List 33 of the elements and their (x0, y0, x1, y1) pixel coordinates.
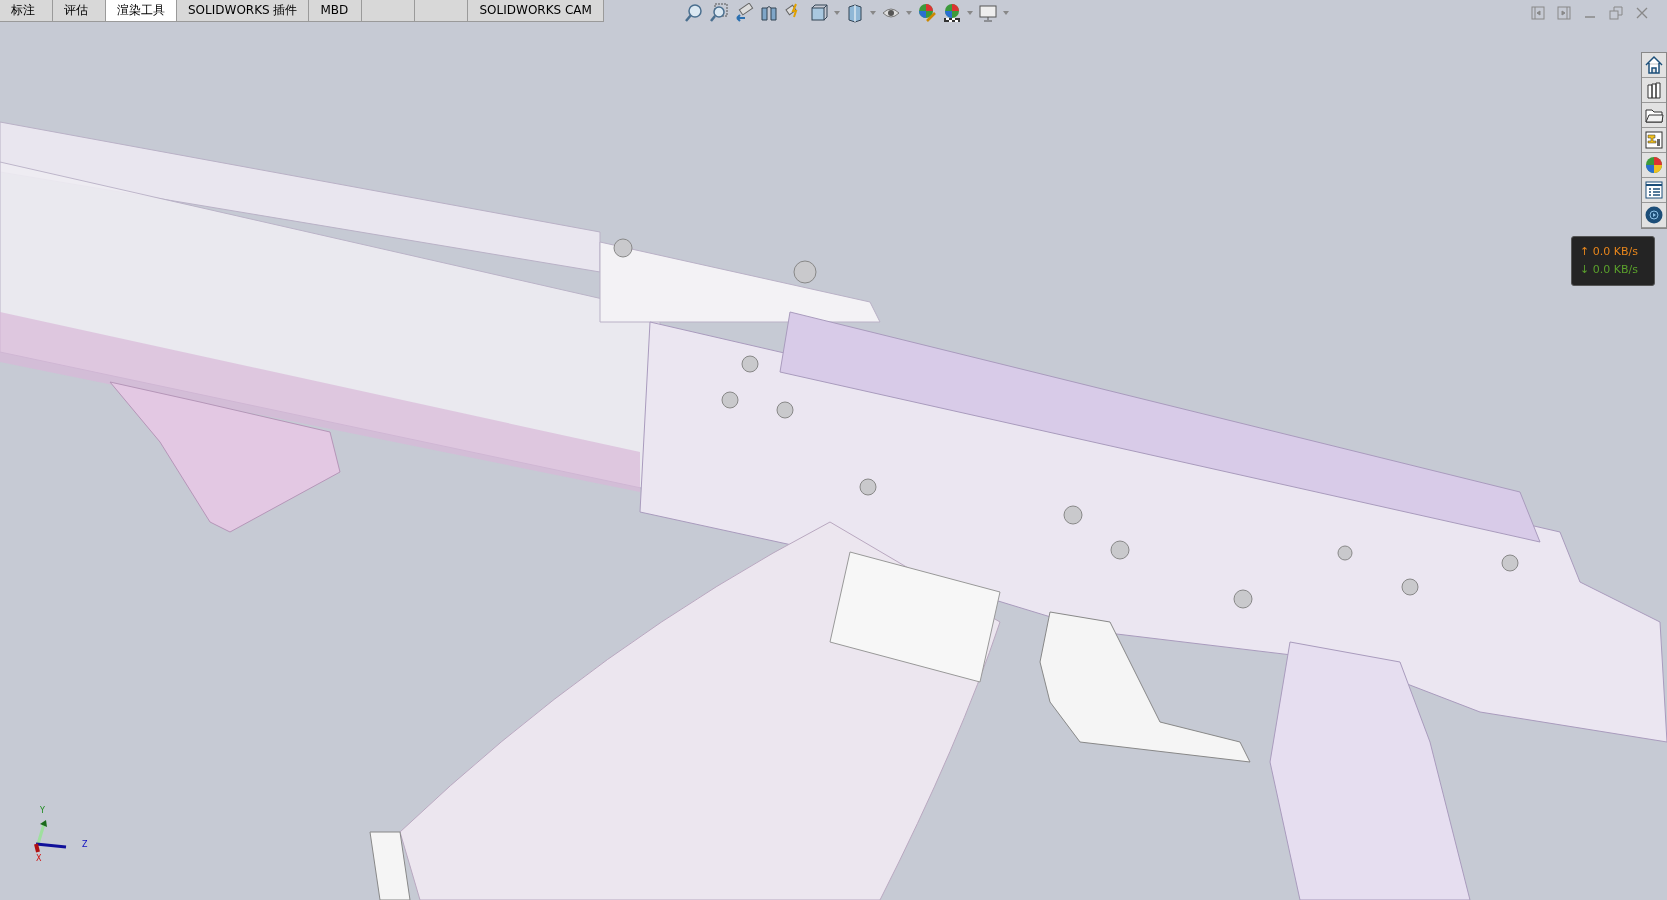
tile-right-icon[interactable] (1557, 6, 1571, 20)
dropdown-caret-icon[interactable] (966, 11, 973, 15)
dropdown-caret-icon[interactable] (869, 11, 876, 15)
y-axis-label: Y (40, 806, 45, 815)
zoom-to-fit-icon[interactable] (683, 3, 704, 23)
close-icon[interactable] (1635, 6, 1649, 20)
ribbon-tab[interactable]: SOLIDWORKS 插件 (177, 0, 310, 22)
upload-speed: 0.0 KB/s (1592, 245, 1638, 258)
home-icon[interactable] (1642, 53, 1666, 78)
zoom-area-icon[interactable] (708, 3, 729, 23)
ribbon-tab[interactable]: 标注 (0, 0, 53, 22)
properties-list-icon[interactable] (1642, 178, 1666, 203)
dropdown-caret-icon[interactable] (833, 11, 840, 15)
dropdown-caret-icon[interactable] (1002, 11, 1009, 15)
upload-arrow-icon: ↑ (1580, 245, 1590, 258)
tile-left-icon[interactable] (1531, 6, 1545, 20)
dropdown-caret-icon[interactable] (905, 11, 912, 15)
ribbon-tab[interactable]: SOLIDWORKS CAM (468, 0, 604, 22)
ribbon-tab[interactable] (362, 0, 416, 22)
view-palette-icon[interactable] (1642, 128, 1666, 153)
ribbon-tab[interactable]: MBD (309, 0, 363, 22)
download-arrow-icon: ↓ (1580, 263, 1590, 276)
apply-scene-icon[interactable] (941, 3, 962, 23)
ribbon-tab[interactable]: 渲染工具 (106, 0, 177, 22)
previous-view-icon[interactable] (733, 3, 754, 23)
section-view-icon[interactable] (758, 3, 779, 23)
view-orientation-icon[interactable] (808, 3, 829, 23)
ribbon-tab[interactable]: 评估 (53, 0, 106, 22)
monitor-icon[interactable] (977, 3, 998, 23)
download-speed: 0.0 KB/s (1592, 263, 1638, 276)
z-axis-label: Z (82, 840, 88, 849)
x-axis-label: X (36, 854, 42, 863)
ribbon-tab[interactable] (415, 0, 469, 22)
